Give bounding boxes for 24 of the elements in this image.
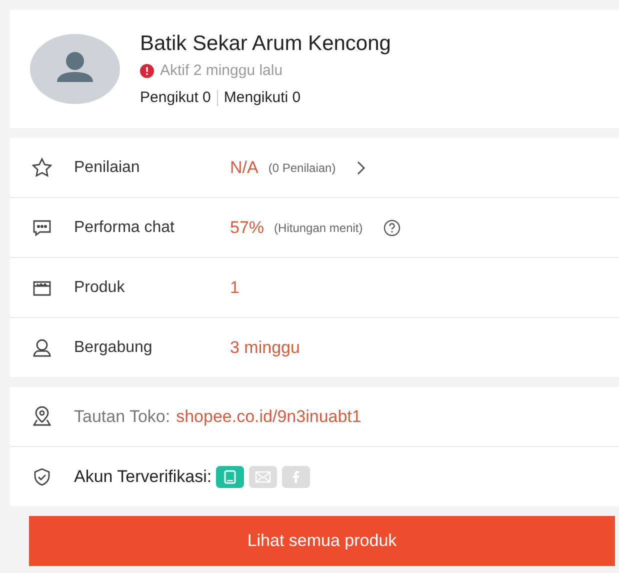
avatar-icon: [30, 34, 120, 104]
stat-label: Penilaian: [74, 158, 141, 176]
help-icon[interactable]: [382, 218, 401, 236]
shop-link-label: Tautan Toko:: [74, 406, 170, 426]
active-status: Aktif 2 minggu lalu: [160, 62, 283, 79]
stat-value: 57%: [230, 218, 264, 238]
stat-value: 1: [230, 278, 240, 298]
stat-value: 3 minggu: [230, 338, 300, 358]
location-pin-icon: [30, 404, 54, 428]
shop-link[interactable]: shopee.co.id/9n3inuabt1: [176, 406, 362, 426]
stat-note: (Hitungan menit): [274, 220, 363, 234]
chevron-right-icon[interactable]: [356, 160, 366, 176]
view-all-products-button[interactable]: Lihat semua produk: [29, 516, 615, 566]
stat-label: Performa chat: [74, 218, 176, 236]
stat-label: Produk: [74, 278, 126, 296]
stat-note: (0 Penilaian): [268, 160, 336, 174]
alert-icon: [140, 64, 154, 78]
stat-label: Bergabung: [74, 338, 154, 356]
stat-value: N/A: [230, 158, 258, 178]
star-icon: [30, 156, 54, 180]
following-count[interactable]: Mengikuti 0: [224, 89, 301, 106]
shop-name: Batik Sekar Arum Kencong: [140, 32, 391, 56]
verified-label: Akun Terverifikasi:: [74, 466, 212, 486]
followers-count[interactable]: Pengikut 0: [140, 89, 211, 106]
